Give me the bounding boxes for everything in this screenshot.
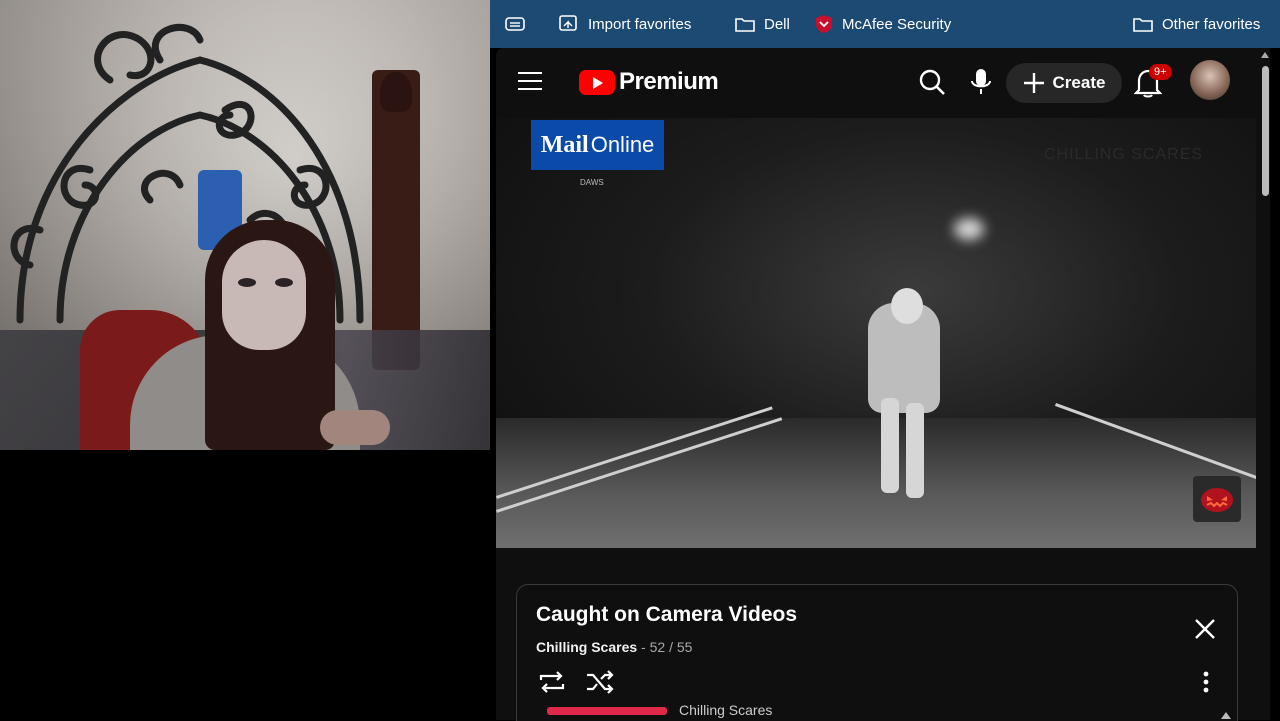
person-eye (238, 278, 256, 287)
favorite-label: McAfee Security (842, 15, 952, 33)
create-button[interactable]: Create (1006, 63, 1122, 103)
video-player[interactable]: Mail Online DAWS CHILLING SCARES (496, 118, 1256, 548)
favorite-dell[interactable]: Dell (734, 0, 790, 48)
tab-actions-icon[interactable] (504, 0, 526, 48)
person-face (222, 240, 306, 350)
light-glow (954, 218, 984, 240)
menu-icon[interactable] (518, 72, 542, 90)
folder-icon (735, 18, 755, 32)
person-eye (275, 278, 293, 287)
figure-head (891, 288, 923, 324)
loop-icon[interactable] (537, 669, 567, 695)
webcam-feed (0, 0, 490, 450)
figure-leg (906, 403, 924, 498)
scrollbar-thumb[interactable] (1262, 66, 1269, 196)
bed-knob (380, 72, 412, 112)
microphone-icon[interactable] (970, 68, 992, 96)
favorites-bar: Import favorites Dell McAfee Security Ot… (490, 0, 1280, 48)
youtube-play-icon (579, 69, 615, 95)
figure-leg (881, 398, 899, 493)
playlist-panel: Caught on Camera Videos Chilling Scares … (516, 584, 1238, 721)
person-hand (320, 410, 390, 445)
next-video-channel[interactable]: Chilling Scares (679, 702, 772, 718)
favorite-label: Dell (764, 15, 790, 33)
channel-watermark: CHILLING SCARES (1044, 146, 1204, 163)
favorite-mcafee[interactable]: McAfee Security (814, 0, 951, 48)
import-icon (559, 15, 577, 31)
playlist-scroll-up-icon[interactable] (1221, 712, 1231, 719)
logo-text: Premium (619, 68, 719, 95)
next-video-thumbnail[interactable] (547, 707, 667, 715)
mailonline-logo-main: Mail (540, 131, 589, 158)
youtube-header: Premium Create 9+ (496, 48, 1270, 118)
mailonline-sub: DAWS (580, 178, 604, 187)
shuffle-icon[interactable] (585, 669, 615, 695)
playlist-separator: - (637, 639, 650, 655)
mcafee-icon (816, 15, 832, 33)
favorite-label: Import favorites (588, 15, 692, 33)
playlist-position: 52 / 55 (649, 639, 693, 655)
avatar[interactable] (1190, 60, 1230, 100)
create-label: Create (1052, 73, 1106, 92)
more-options-icon[interactable] (1203, 671, 1209, 693)
playlist-title[interactable]: Caught on Camera Videos (536, 603, 797, 627)
close-icon[interactable] (1193, 617, 1217, 641)
mailonline-logo-secondary: Online (590, 132, 655, 157)
plus-icon (1023, 73, 1044, 93)
empty-black-area (0, 450, 490, 720)
playlist-subtitle: Chilling Scares - 52 / 55 (536, 639, 692, 655)
scroll-up-arrow-icon[interactable] (1261, 52, 1269, 58)
bed-post (372, 70, 420, 370)
notification-badge: 9+ (1149, 64, 1172, 80)
favorite-label: Other favorites (1162, 15, 1261, 33)
channel-branding-icon[interactable] (1193, 476, 1241, 522)
favorite-other[interactable]: Other favorites (1132, 0, 1260, 48)
playlist-channel[interactable]: Chilling Scares (536, 639, 637, 655)
folder-icon (1133, 18, 1153, 32)
youtube-premium-logo[interactable]: Premium (579, 68, 719, 96)
mailonline-logo: Mail Online (531, 120, 664, 170)
search-icon[interactable] (918, 68, 946, 96)
favorite-import[interactable]: Import favorites (558, 0, 691, 48)
